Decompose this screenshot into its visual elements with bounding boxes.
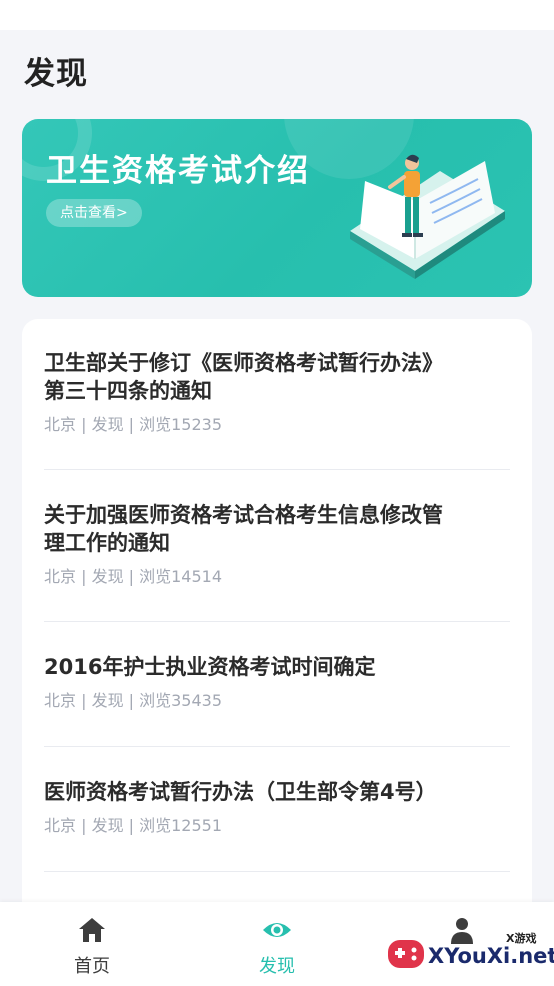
news-title-line: 关于加强医师资格考试合格考生信息修改管	[44, 503, 443, 527]
news-title-line: 2016年护士执业资格考试时间确定	[44, 655, 376, 679]
page-title: 发现	[24, 56, 88, 92]
banner-view-button[interactable]: 点击查看>	[46, 199, 142, 227]
watermark: X游戏 XYouXi.net	[386, 930, 554, 980]
eye-icon	[263, 923, 291, 937]
news-title: 卫生部关于修订《医师资格考试暂行办法》 第三十四条的通知	[44, 349, 510, 405]
news-title: 2016年护士执业资格考试时间确定	[44, 653, 510, 681]
tab-home-label: 首页	[74, 956, 110, 977]
tab-discover-label: 发现	[259, 956, 295, 977]
list-item[interactable]: 医师资格考试暂行办法（卫生部令第4号） 北京 | 发现 | 浏览12551	[44, 778, 510, 872]
news-title-line: 理工作的通知	[44, 531, 170, 555]
list-item[interactable]: 2016年护士执业资格考试时间确定 北京 | 发现 | 浏览35435	[44, 653, 510, 747]
news-title: 医师资格考试暂行办法（卫生部令第4号）	[44, 778, 510, 806]
exam-intro-banner[interactable]: 卫生资格考试介绍 点击查看>	[22, 119, 532, 297]
watermark-text: XYouXi.net	[428, 944, 554, 968]
news-title-line: 卫生部关于修订《医师资格考试暂行办法》	[44, 351, 443, 375]
banner-title: 卫生资格考试介绍	[46, 153, 310, 189]
home-icon	[79, 918, 105, 942]
tab-discover[interactable]: 发现	[237, 914, 317, 978]
status-bar	[0, 0, 554, 30]
news-meta: 北京 | 发现 | 浏览35435	[44, 691, 223, 710]
news-meta: 北京 | 发现 | 浏览15235	[44, 415, 223, 434]
news-meta: 北京 | 发现 | 浏览14514	[44, 567, 223, 586]
news-title-line: 医师资格考试暂行办法（卫生部令第4号）	[44, 780, 437, 804]
gamepad-logo-icon	[388, 940, 424, 968]
tab-home[interactable]: 首页	[52, 914, 132, 978]
news-title: 关于加强医师资格考试合格考生信息修改管 理工作的通知	[44, 501, 510, 557]
book-reader-illustration	[350, 154, 505, 279]
news-title-line: 第三十四条的通知	[44, 379, 212, 403]
list-item[interactable]: 关于加强医师资格考试合格考生信息修改管 理工作的通知 北京 | 发现 | 浏览1…	[44, 501, 510, 622]
news-list: 卫生部关于修订《医师资格考试暂行办法》 第三十四条的通知 北京 | 发现 | 浏…	[22, 319, 532, 986]
news-meta: 北京 | 发现 | 浏览12551	[44, 816, 223, 835]
list-item[interactable]: 卫生部关于修订《医师资格考试暂行办法》 第三十四条的通知 北京 | 发现 | 浏…	[44, 349, 510, 470]
